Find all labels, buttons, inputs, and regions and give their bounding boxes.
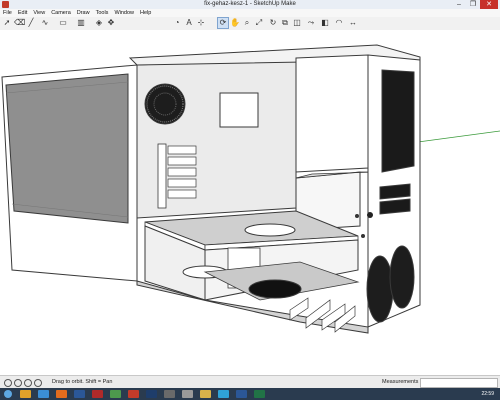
start-button[interactable] [4,390,12,398]
menu-window[interactable]: Window [111,9,137,17]
menu-edit[interactable]: Edit [15,9,30,17]
front-bay-2 [379,198,411,215]
scale-tool-icon[interactable]: ⧉ [280,18,290,28]
paint-bucket-tool-icon[interactable]: ◈ [94,18,104,28]
media-icon[interactable] [164,390,175,398]
push-pull-tool-icon[interactable]: ▥ [76,18,86,28]
menu-help[interactable]: Help [137,9,154,17]
line-tool-icon[interactable]: ╱ [26,18,36,28]
cpu-cutout [219,92,259,128]
menu-tools[interactable]: Tools [93,9,112,17]
status-hint: Drag to orbit. Shift = Pan [52,379,113,385]
taskbar: 22:59 [0,388,500,400]
pan-tool-icon[interactable]: ✋ [230,18,240,28]
window-controls: ‒ ❐ ✕ [452,0,498,9]
measurements-label: Measurements [382,379,419,385]
axes-tool-icon[interactable]: ⊹ [196,18,206,28]
shelf-hole [244,223,296,237]
drawing-area[interactable] [0,30,500,375]
front-bay-1 [379,183,411,200]
orbit-tool-icon[interactable]: ⟳ [217,17,229,29]
freehand-tool-icon[interactable]: ∿ [40,18,50,28]
minimize-icon[interactable]: ‒ [452,0,466,9]
close-icon[interactable]: ✕ [480,0,498,9]
explorer-icon[interactable] [20,390,31,398]
section-plane-icon[interactable]: ◧ [320,18,330,28]
green-axis [417,130,500,143]
bottom-fan [248,279,302,299]
acrobat-icon[interactable] [92,390,103,398]
maximize-icon[interactable]: ❐ [466,0,480,9]
front-fan-2 [389,245,415,309]
front-fan-1 [366,255,394,323]
zoom-extents-icon[interactable]: ⤢ [254,18,264,28]
menu-view[interactable]: View [30,9,48,17]
sketchup-taskbar-icon[interactable] [128,390,139,398]
eraser-tool-icon[interactable]: ⌫ [14,18,25,28]
paint-icon[interactable] [110,390,121,398]
status-bar: Drag to orbit. Shift = Pan Measurements [0,375,500,388]
menu-bar: File Edit View Camera Draw Tools Window … [0,9,500,17]
rectangle-tool-icon[interactable]: ▭ [58,18,68,28]
help-icon[interactable] [34,379,42,387]
text-tool-icon[interactable]: A [184,18,194,28]
offset-tool-icon[interactable]: ◫ [292,18,302,28]
side-window-glass [5,73,129,224]
user-icon[interactable] [24,379,32,387]
credits-icon[interactable] [14,379,22,387]
drive-cage [295,54,369,173]
menu-draw[interactable]: Draw [74,9,93,17]
dimension-tool-icon[interactable]: ↔ [348,18,358,28]
chrome-icon[interactable] [38,390,49,398]
window-title: fix-gehaz-kesz-1 - SketchUp Make [204,1,296,7]
firefox-icon[interactable] [56,390,67,398]
zoom-tool-icon[interactable]: ⌕ [242,18,252,28]
move-tool-icon[interactable]: ✥ [106,18,116,28]
word-icon[interactable] [74,390,85,398]
folder-icon[interactable] [200,390,211,398]
taskbar-clock: 22:59 [481,391,494,397]
front-mesh-grille [381,69,415,173]
model-canvas[interactable] [0,30,500,375]
menu-file[interactable]: File [0,9,15,17]
protractor-tool-icon[interactable]: ◠ [334,18,344,28]
front-button [367,212,373,218]
info-icon[interactable] [4,379,12,387]
tape-measure-icon[interactable]: ◔ [172,18,182,28]
rotate-tool-icon[interactable]: ↻ [268,18,278,28]
skype-icon[interactable] [218,390,229,398]
rear-fan [144,83,186,125]
excel-icon[interactable] [254,390,265,398]
follow-me-tool-icon[interactable]: ⤳ [306,18,316,28]
word2-icon[interactable] [236,390,247,398]
measurements-input[interactable] [420,378,498,388]
settings-icon[interactable] [182,390,193,398]
select-tool-icon[interactable]: ➚ [2,18,12,28]
menu-camera[interactable]: Camera [48,9,74,17]
photoshop-icon[interactable] [146,390,157,398]
expansion-slots [167,145,197,199]
toolbar: ➚ ⌫ ╱ ∿ ▭ ▥ ◈ ✥ ◔ A ⊹ ⟳ ✋ ⌕ ⤢ ↻ ⧉ ◫ ⤳ ◧ … [0,17,500,31]
